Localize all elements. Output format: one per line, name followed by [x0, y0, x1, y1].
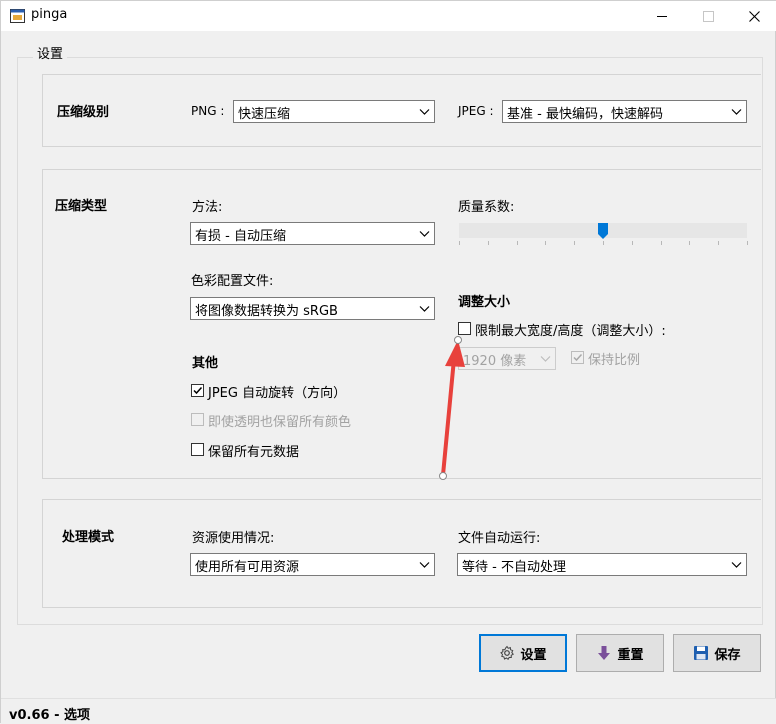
method-value: 有损 - 自动压缩: [195, 229, 286, 244]
close-icon: [748, 10, 760, 22]
method-label: 方法:: [192, 200, 223, 215]
method-select[interactable]: 有损 - 自动压缩: [190, 222, 435, 245]
settings-group-label: 设置: [33, 43, 68, 62]
checkmark-icon: [573, 353, 583, 362]
slider-tick: [574, 241, 575, 245]
quality-slider-thumb[interactable]: [598, 223, 608, 239]
resource-usage-value: 使用所有可用资源: [195, 560, 300, 575]
slider-tick: [632, 241, 633, 245]
gear-icon: [500, 645, 515, 661]
app-icon: [10, 9, 25, 23]
floppy-disk-icon: [694, 646, 709, 660]
keep-metadata-checkbox[interactable]: [191, 443, 204, 456]
jpeg-autorotate-label: JPEG 自动旋转（方向）: [208, 386, 347, 401]
slider-tick: [459, 241, 460, 245]
slider-tick: [488, 241, 489, 245]
resource-usage-select[interactable]: 使用所有可用资源: [190, 553, 435, 576]
window-title: pinga: [31, 7, 68, 22]
resource-usage-label: 资源使用情况:: [192, 531, 275, 546]
autorun-label: 文件自动运行:: [458, 531, 541, 546]
chevron-down-icon: [540, 356, 551, 362]
png-compression-select[interactable]: 快速压缩: [233, 100, 435, 123]
slider-tick: [661, 241, 662, 245]
save-button[interactable]: 保存: [673, 634, 761, 672]
keep-colors-label: 即使透明也保留所有颜色: [208, 415, 352, 430]
keep-colors-checkbox[interactable]: [191, 413, 204, 426]
chevron-down-icon: [419, 306, 430, 312]
maximize-button[interactable]: [685, 1, 731, 31]
slider-tick: [603, 241, 604, 245]
compression-level-title: 压缩级别: [57, 105, 110, 120]
status-bar: v0.66 - 选项: [1, 698, 776, 724]
slider-tick: [689, 241, 690, 245]
color-profile-select[interactable]: 将图像数据转换为 sRGB: [190, 297, 435, 320]
jpeg-label: JPEG :: [458, 104, 494, 118]
reset-button-label: 重置: [617, 647, 644, 663]
max-size-value: 1920 像素: [463, 354, 527, 369]
resize-title: 调整大小: [458, 295, 511, 310]
processing-mode-title: 处理模式: [62, 530, 115, 545]
save-button-label: 保存: [714, 647, 741, 663]
maximize-icon: [702, 10, 714, 22]
limit-size-checkbox[interactable]: [458, 322, 471, 335]
slider-tick: [718, 241, 719, 245]
chevron-down-icon: [731, 562, 742, 568]
chevron-down-icon: [419, 109, 430, 115]
jpeg-autorotate-checkbox[interactable]: [191, 384, 204, 397]
title-bar: pinga: [1, 1, 776, 31]
pinga-options-window: pinga 设置 压缩级别 PNG : 快速压缩 JPEG : 基准 - 最快编…: [0, 0, 776, 724]
autorun-select[interactable]: 等待 - 不自动处理: [457, 553, 747, 576]
png-compression-value: 快速压缩: [238, 107, 291, 122]
keep-metadata-label: 保留所有元数据: [208, 445, 300, 460]
minimize-button[interactable]: [639, 1, 685, 31]
compression-type-title: 压缩类型: [55, 199, 108, 214]
checkmark-icon: [193, 386, 203, 395]
minimize-icon: [656, 15, 667, 17]
settings-button[interactable]: 设置: [479, 634, 567, 672]
autorun-value: 等待 - 不自动处理: [462, 560, 566, 575]
chevron-down-icon: [731, 109, 742, 115]
chevron-down-icon: [419, 231, 430, 237]
keep-ratio-label: 保持比例: [588, 353, 641, 368]
other-title: 其他: [192, 356, 219, 371]
settings-button-label: 设置: [520, 647, 547, 663]
slider-tick: [517, 241, 518, 245]
limit-size-label: 限制最大宽度/高度（调整大小）:: [475, 324, 666, 339]
color-profile-label: 色彩配置文件:: [191, 274, 274, 289]
color-profile-value: 将图像数据转换为 sRGB: [195, 304, 338, 319]
keep-ratio-checkbox[interactable]: [571, 351, 584, 364]
jpeg-compression-select[interactable]: 基准 - 最快编码，快速解码: [502, 100, 747, 123]
chevron-down-icon: [419, 562, 430, 568]
close-button[interactable]: [731, 1, 776, 31]
slider-tick: [545, 241, 546, 245]
max-size-select[interactable]: 1920 像素: [458, 347, 556, 370]
reset-button[interactable]: 重置: [576, 634, 664, 672]
slider-tick: [747, 241, 748, 245]
png-label: PNG :: [191, 104, 225, 118]
down-arrow-icon: [598, 646, 611, 660]
status-text: v0.66 - 选项: [9, 708, 90, 723]
jpeg-compression-value: 基准 - 最快编码，快速解码: [507, 107, 663, 122]
quality-label: 质量系数:: [458, 200, 515, 215]
